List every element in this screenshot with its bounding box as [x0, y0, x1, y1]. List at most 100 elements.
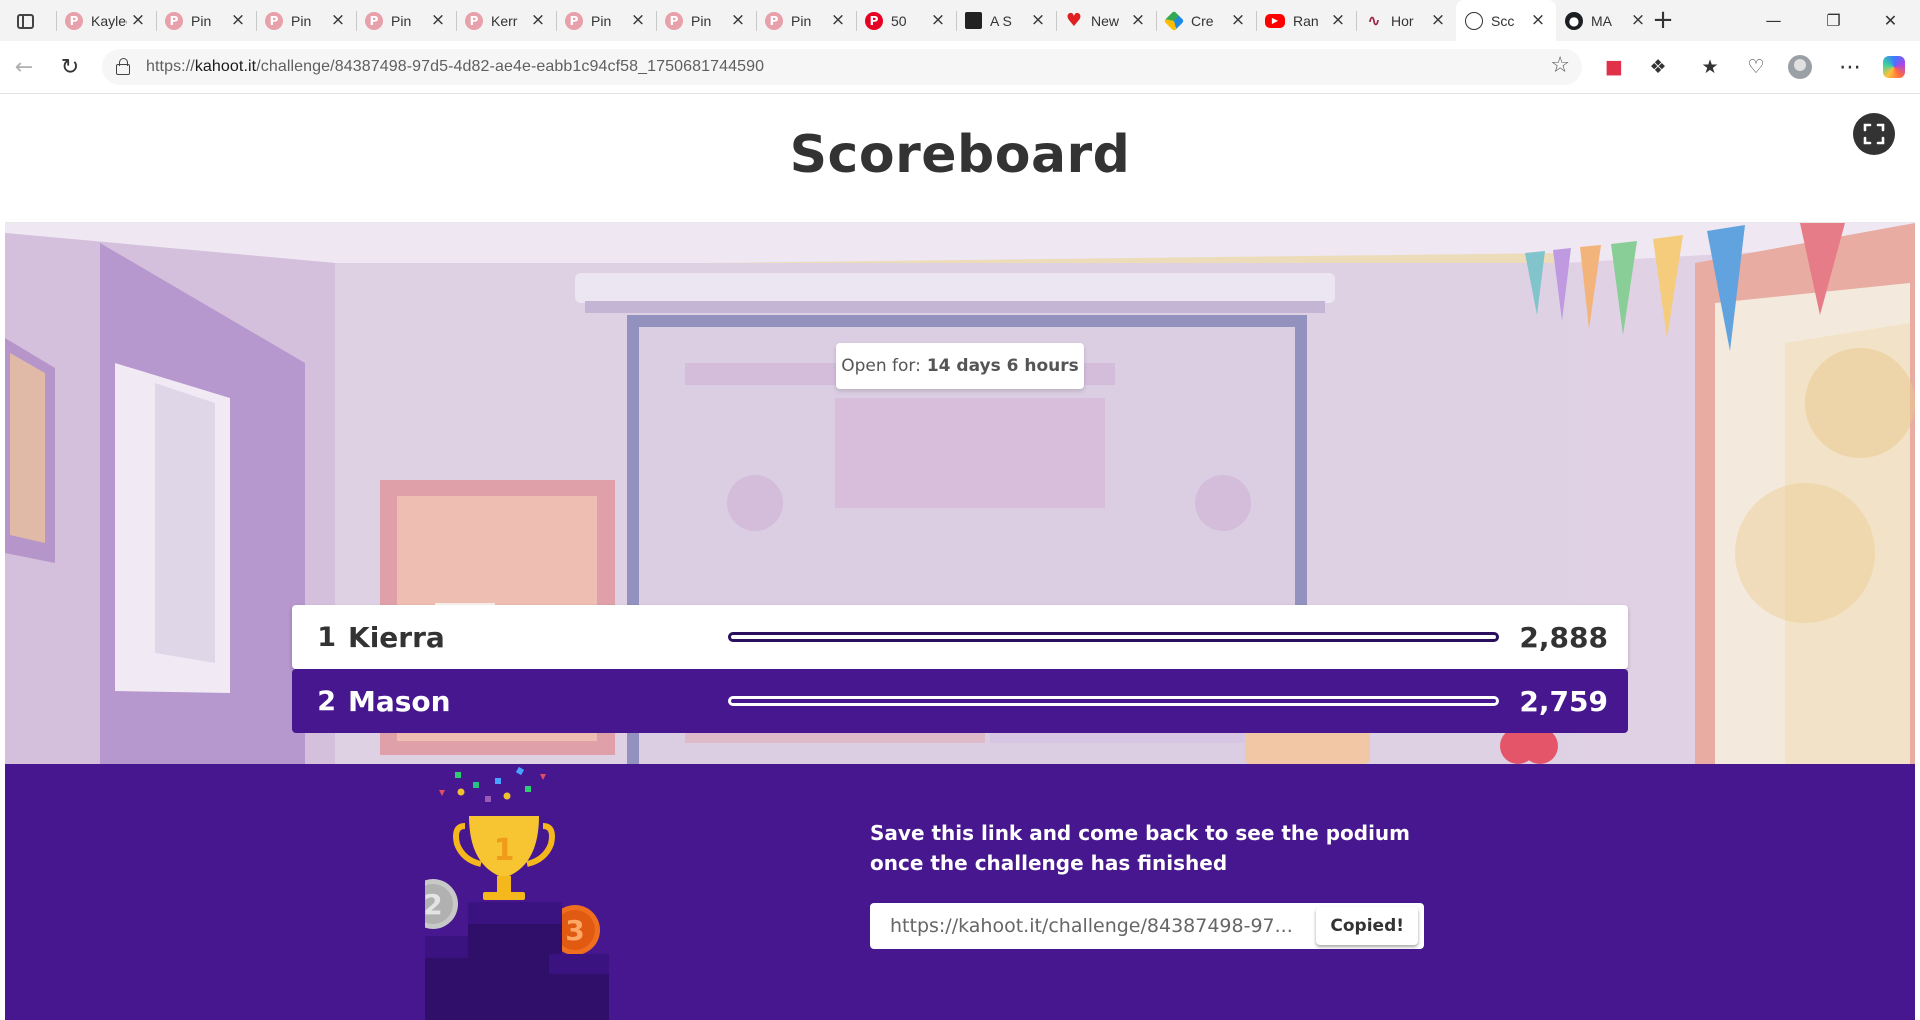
tab-title: Hor — [1391, 12, 1414, 29]
tab-close-icon[interactable]: × — [930, 12, 946, 29]
tab-close-icon[interactable]: × — [1530, 12, 1546, 29]
copilot-button[interactable] — [1878, 51, 1910, 83]
favorites-icon[interactable]: ★ — [1694, 51, 1726, 83]
reload-button[interactable]: ↻ — [54, 51, 86, 83]
extensions-icon[interactable]: ❖ — [1642, 51, 1674, 83]
browser-tab[interactable]: P 50 × — [856, 0, 956, 41]
tab-close-icon[interactable]: × — [1030, 12, 1046, 29]
browser-tab[interactable]: P Pin × — [556, 0, 656, 41]
challenge-link-field[interactable]: https://kahoot.it/challenge/84387498-97.… — [870, 903, 1424, 949]
tab-close-icon[interactable]: × — [630, 12, 646, 29]
open-for-timer: Open for: 14 days 6 hours — [836, 343, 1084, 389]
browser-tab[interactable]: ♥ New × — [1056, 0, 1156, 41]
browser-tab[interactable]: Cre × — [1156, 0, 1256, 41]
browser-tab[interactable]: P Kerr × — [456, 0, 556, 41]
browser-tab[interactable]: P Pin × — [756, 0, 856, 41]
favorite-star-icon[interactable]: ☆ — [1550, 53, 1570, 78]
browser-tab[interactable]: P Pin × — [156, 0, 256, 41]
tab-title: MA — [1591, 12, 1612, 29]
podium-block-top — [468, 902, 562, 924]
browser-tab-bar: PKaylee×PPin×PPin×PPin×PKerr×PPin×PPin×P… — [0, 0, 1920, 41]
tab-title: Cre — [1191, 12, 1214, 29]
score-bar — [728, 632, 1500, 642]
page-title: Scoreboard — [789, 125, 1131, 185]
github-icon: ● — [1565, 11, 1583, 30]
heart-icon: ♥ — [1065, 10, 1083, 31]
tab-close-icon[interactable]: × — [1130, 12, 1146, 29]
score-bar — [728, 696, 1500, 706]
profile-button[interactable] — [1784, 51, 1816, 83]
pinterest-icon: P — [565, 11, 583, 30]
tab-close-icon[interactable]: × — [330, 12, 346, 29]
trophy-stem — [497, 876, 511, 894]
qr-code-icon — [965, 12, 982, 29]
tab-title: Kerr — [491, 12, 518, 29]
browser-tab[interactable]: P Pin × — [656, 0, 756, 41]
podium-block — [549, 974, 609, 1020]
podium-place-label: 2 — [425, 888, 443, 921]
fullscreen-icon — [1863, 123, 1885, 145]
scoreboard-row: 2 Mason 2,759 — [292, 669, 1628, 733]
tab-close-icon[interactable]: × — [1330, 12, 1346, 29]
player-rank: 2 — [317, 685, 336, 717]
pinterest-icon: P — [265, 11, 283, 30]
browser-essentials-icon[interactable]: ♡ — [1740, 51, 1772, 83]
tab-close-icon[interactable]: × — [730, 12, 746, 29]
restore-button[interactable]: ❐ — [1806, 0, 1861, 41]
trophy-base — [483, 892, 525, 900]
close-window-button[interactable]: ✕ — [1863, 0, 1918, 41]
wave-icon: ∿ — [1367, 11, 1381, 30]
confetti — [473, 782, 479, 788]
pinterest-icon: P — [665, 11, 683, 30]
tab-close-icon[interactable]: × — [530, 12, 546, 29]
back-button[interactable]: ← — [8, 51, 40, 83]
confetti — [495, 778, 501, 784]
tab-title: New — [1091, 12, 1120, 29]
copy-link-button[interactable]: Copied! — [1316, 907, 1418, 945]
challenge-link-text[interactable]: https://kahoot.it/challenge/84387498-97.… — [890, 915, 1300, 937]
tab-close-icon[interactable]: × — [130, 12, 146, 29]
tab-title: Kaylee — [91, 12, 127, 29]
pinterest-icon: P — [65, 11, 83, 30]
podium-illustration: 1 2 3 — [425, 766, 609, 1020]
browser-tab[interactable]: ● MA × — [1556, 0, 1656, 41]
tab-close-icon[interactable]: × — [1230, 12, 1246, 29]
player-score: 2,759 — [1519, 684, 1608, 718]
tab-close-icon[interactable]: × — [1430, 12, 1446, 29]
site-info-icon[interactable] — [116, 57, 130, 75]
browser-tab[interactable]: P Pin × — [256, 0, 356, 41]
podium-block — [425, 958, 470, 1020]
copilot-icon — [1883, 56, 1905, 78]
browser-tab[interactable]: P Pin × — [356, 0, 456, 41]
page-header: Scoreboard — [5, 95, 1915, 223]
tab-title: Pin — [291, 12, 312, 29]
podium-block-top — [549, 954, 609, 974]
url-text[interactable]: https://kahoot.it/challenge/84387498-97d… — [146, 58, 764, 76]
tab-close-icon[interactable]: × — [230, 12, 246, 29]
browser-tab[interactable]: ▶ Ran × — [1256, 0, 1356, 41]
podium-place-label: 1 — [494, 833, 515, 868]
confetti — [439, 790, 445, 796]
pdf-extension-icon[interactable]: ■ — [1598, 51, 1630, 83]
tab-close-icon[interactable]: × — [1630, 12, 1646, 29]
minimize-button[interactable]: — — [1746, 0, 1801, 41]
avatar — [1788, 55, 1812, 79]
more-menu-icon[interactable]: ⋯ — [1834, 51, 1866, 83]
browser-tab[interactable]: P Kaylee× — [56, 0, 156, 41]
tab-close-icon[interactable]: × — [830, 12, 846, 29]
tab-title: Scc — [1491, 12, 1515, 29]
browser-tab[interactable]: Scc × — [1456, 0, 1556, 41]
browser-tab[interactable]: ∿ Hor × — [1356, 0, 1456, 41]
browser-tab[interactable]: A S × — [956, 0, 1056, 41]
tab-actions-button[interactable] — [10, 8, 40, 34]
tab-title: Pin — [191, 12, 212, 29]
fullscreen-button[interactable] — [1853, 113, 1895, 155]
address-bar[interactable]: https://kahoot.it/challenge/84387498-97d… — [102, 49, 1582, 85]
new-tab-button[interactable]: + — [1648, 6, 1678, 36]
tab-close-icon[interactable]: × — [430, 12, 446, 29]
drive-icon — [1163, 10, 1185, 31]
tab-title: 50 — [891, 12, 907, 29]
confetti — [515, 766, 525, 776]
pinterest-icon: P — [865, 11, 883, 30]
tab-title: Pin — [791, 12, 812, 29]
